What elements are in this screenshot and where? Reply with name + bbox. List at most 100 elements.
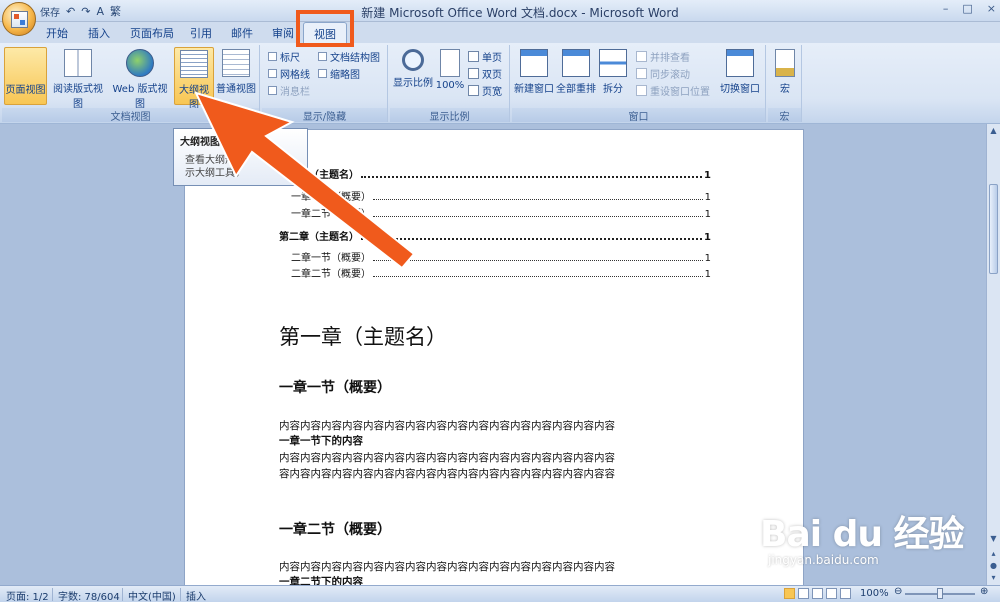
group-document-views: 页面视图 阅读版式视图 Web 版式视图 大纲视图 普通视图 文档视图 [2,45,260,207]
page-indicator[interactable]: 页面: 1/2 [6,588,49,602]
draft-view-icon[interactable] [840,588,851,599]
toc-text: 一章一节（概要） [291,192,371,203]
page-layout-view-icon[interactable] [784,588,795,599]
toc-entry[interactable]: 第二章（主题名） 1 [279,228,711,243]
scroll-down-icon[interactable]: ▼ [989,534,998,543]
outline-view-icon[interactable] [826,588,837,599]
group-label-document-views: 文档视图 [2,108,259,123]
new-window-label: 新建窗口 [514,84,554,95]
toc-entry[interactable]: 一章一节（概要） 1 [291,188,711,203]
ruler-checkbox[interactable]: 标尺 [268,49,300,64]
heading-2: 一章二节（概要） [279,522,391,538]
baidu-watermark: Bai du 经验 jingyan.baidu.com [760,505,965,567]
thumbnails-label: 缩略图 [330,70,360,81]
scroll-up-icon[interactable]: ▲ [989,126,998,135]
status-separator [122,588,123,601]
page-100-icon [440,49,460,77]
gridlines-label: 网格线 [280,70,310,81]
checkbox-icon [318,69,327,78]
macros-button[interactable]: 宏 [770,47,800,105]
tooltip-description-line: 示大纲工具。 [185,168,245,179]
reading-view-icon[interactable] [798,588,809,599]
heading-2: 一章一节（概要） [279,380,391,396]
thumbnails-checkbox[interactable]: 缩略图 [318,66,360,81]
toc-leader [361,238,703,240]
maximize-button[interactable]: □ [962,2,972,15]
toc-page: 1 [704,192,711,203]
document-page[interactable]: 第一章（主题名） 1 一章一节（概要） 1 一章二节（概要） 1 第二章（主题名） 1 … [184,129,804,602]
minimize-button[interactable]: – [943,2,949,15]
reset-window-icon [636,85,647,96]
switch-windows-button[interactable]: 切换窗口 [718,47,762,105]
word-count[interactable]: 字数: 78/604 [58,588,120,602]
split-button[interactable]: 拆分 [598,47,628,105]
draft-view-button[interactable]: 普通视图 [216,47,256,105]
one-page-icon [468,51,479,62]
zoom-level[interactable]: 100% [860,588,889,599]
outline-icon [180,50,208,78]
switch-windows-label: 切换窗口 [720,84,760,95]
tab-references[interactable]: 引用 [190,25,212,41]
reading-icon [64,49,92,77]
tab-mailings[interactable]: 邮件 [231,25,253,41]
one-page-button[interactable]: 单页 [468,49,502,64]
two-pages-button[interactable]: 双页 [468,66,502,81]
page-width-button[interactable]: 页宽 [468,83,502,98]
prev-page-icon[interactable]: ▴ [989,549,998,558]
watermark-logo: Bai du 经验 [760,514,965,555]
tab-insert[interactable]: 插入 [88,25,110,41]
checkbox-icon [268,86,277,95]
reset-window-position-button[interactable]: 重设窗口位置 [636,83,710,98]
sync-scroll-button[interactable]: 同步滚动 [636,66,690,81]
reading-label: 阅读版式视图 [53,84,103,110]
arrange-all-button[interactable]: 全部重排 [556,47,596,105]
two-pages-icon [468,68,479,79]
tooltip-title: 大纲视图 [180,137,220,148]
toc-leader [361,176,703,178]
page-layout-button[interactable]: 页面视图 [4,47,224,207]
zoom-100-button[interactable]: 100% [435,47,465,105]
zoom-slider-thumb[interactable] [937,588,943,599]
tab-review[interactable]: 审阅 [272,25,294,41]
tab-home[interactable]: 开始 [46,25,68,41]
group-window: 新建窗口 全部重排 拆分 并排查看 同步滚动 重设窗口位置 切换窗口 窗口 [512,45,766,123]
message-bar-checkbox[interactable]: 消息栏 [268,83,310,98]
toc-leader [373,216,703,217]
tab-page-layout[interactable]: 页面布局 [130,25,174,41]
title-bar: 保存 ↶ ↷ A 繁 新建 Microsoft Office Word 文档.d… [0,0,1000,22]
toc-entry[interactable]: 二章一节（概要） 1 [291,249,711,264]
scroll-thumb[interactable] [989,184,998,274]
document-map-label: 文档结构图 [330,53,380,64]
document-map-checkbox[interactable]: 文档结构图 [318,49,380,64]
full-screen-reading-button[interactable]: 阅读版式视图 [50,47,106,110]
group-label-show-hide: 显示/隐藏 [262,108,387,123]
outline-view-button[interactable]: 大纲视图 [174,47,214,111]
web-layout-button[interactable]: Web 版式视图 [109,47,171,110]
new-window-button[interactable]: 新建窗口 [514,47,554,105]
toc-leader [373,276,703,277]
status-bar: 页面: 1/2 字数: 78/604 中文(中国) 插入 100% ⊖ ⊕ [0,585,1000,602]
close-button[interactable]: × [987,2,996,15]
browse-object-icon[interactable]: ● [989,561,998,570]
outline-view-tooltip: 大纲视图 查看大纲形式 示大纲工具。 [173,128,308,186]
toc-entry[interactable]: 一章二节（概要） 1 [291,205,711,220]
insert-mode-indicator[interactable]: 插入 [186,588,206,602]
toc-entry[interactable]: 二章二节（概要） 1 [291,265,711,280]
language-indicator[interactable]: 中文(中国) [128,588,176,602]
toc-text: 一章二节（概要） [291,209,371,220]
group-label-macros: 宏 [768,108,801,123]
message-bar-label: 消息栏 [280,87,310,98]
zoom-button[interactable]: 显示比例 [392,47,434,105]
web-view-icon[interactable] [812,588,823,599]
view-side-by-side-button[interactable]: 并排查看 [636,49,690,64]
gridlines-checkbox[interactable]: 网格线 [268,66,310,81]
toc-page: 1 [704,209,711,220]
zoom-in-icon[interactable]: ⊕ [980,586,988,597]
toc-entry[interactable]: 第一章（主题名） 1 [279,166,711,181]
vertical-scrollbar[interactable]: ▲ ▼ ▴ ● ▾ [986,124,1000,585]
zoom-out-icon[interactable]: ⊖ [894,586,902,597]
office-button[interactable] [2,2,36,36]
next-page-icon[interactable]: ▾ [989,573,998,582]
web-layout-label: Web 版式视图 [112,84,168,110]
zoom-label: 显示比例 [393,78,433,89]
